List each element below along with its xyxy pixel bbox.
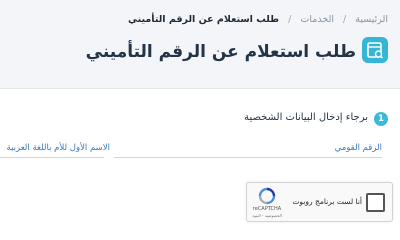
- breadcrumb-separator: /: [288, 14, 292, 25]
- national-id-label: الرقم القومي: [334, 143, 382, 153]
- document-search-icon: [362, 37, 388, 63]
- page-header: الرئيسية / الخدمات / طلب استعلام عن الرق…: [0, 0, 400, 89]
- breadcrumb-home[interactable]: الرئيسية: [355, 14, 388, 25]
- recaptcha-label: أنا لست برنامج روبوت: [292, 197, 362, 206]
- page-title: طلب استعلام عن الرقم التأميني: [85, 42, 356, 62]
- recaptcha-logo-icon: [258, 187, 276, 205]
- mother-first-name-label: الاسم الأول للأم باللغة العربية: [6, 143, 110, 153]
- breadcrumb-current: طلب استعلام عن الرقم التأميني: [128, 14, 280, 25]
- national-id-input[interactable]: [114, 157, 382, 158]
- step-number-badge: 1: [374, 112, 388, 126]
- step-label: برجاء إدخال البيانات الشخصية: [244, 112, 368, 123]
- mother-first-name-input[interactable]: [0, 157, 104, 158]
- recaptcha-checkbox[interactable]: [366, 193, 385, 212]
- breadcrumb-services[interactable]: الخدمات: [300, 14, 334, 25]
- breadcrumb: الرئيسية / الخدمات / طلب استعلام عن الرق…: [128, 14, 388, 25]
- recaptcha-brand: reCAPTCHA: [252, 206, 282, 212]
- breadcrumb-separator: /: [343, 14, 347, 25]
- recaptcha-widget: أنا لست برنامج روبوت reCAPTCHA الخصوصية …: [246, 182, 393, 222]
- recaptcha-links[interactable]: الخصوصية - البنود: [249, 213, 285, 218]
